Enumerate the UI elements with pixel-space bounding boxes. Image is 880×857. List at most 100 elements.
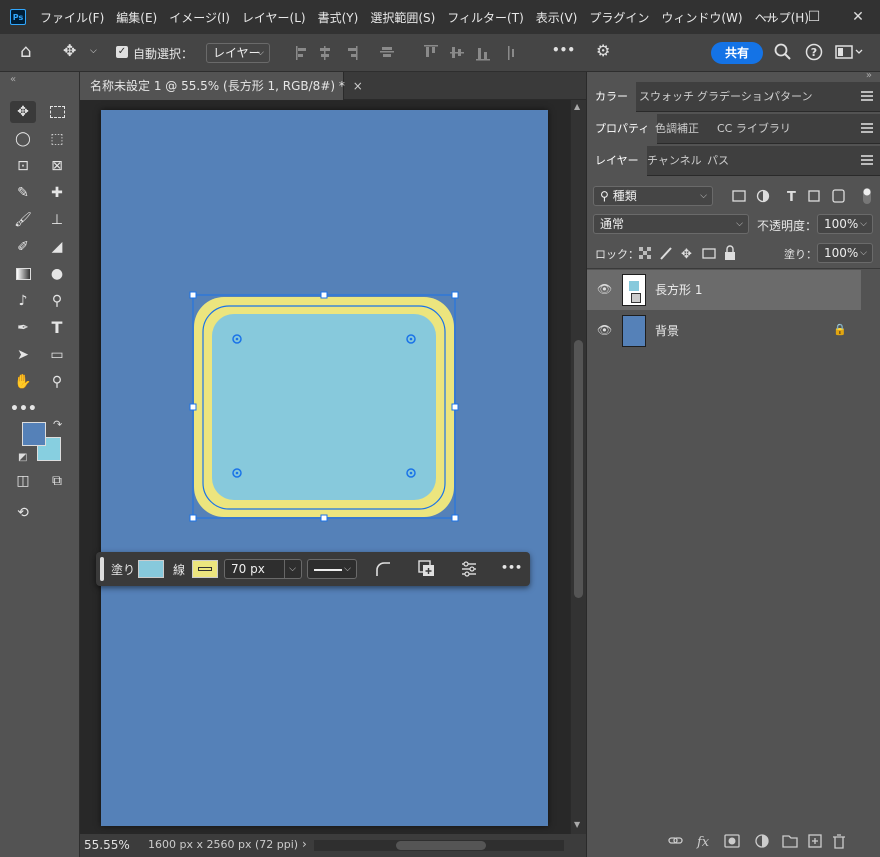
path-operations-icon[interactable] bbox=[418, 560, 436, 578]
blend-mode-value: 通常 bbox=[600, 217, 625, 231]
scroll-down-icon[interactable]: ▼ bbox=[574, 820, 580, 829]
blend-mode-dropdown[interactable]: 通常 ⌵ bbox=[593, 214, 749, 234]
frame-tool-icon[interactable]: ⊠ bbox=[44, 155, 70, 177]
visibility-eye-icon[interactable]: 👁 bbox=[597, 282, 612, 296]
menu-edit[interactable]: 編集(E) bbox=[116, 9, 157, 26]
menu-plugins[interactable]: プラグイン bbox=[589, 9, 649, 26]
layers-bottom-toolbar[interactable]: fx bbox=[667, 832, 877, 850]
tool-preset-chevron-icon[interactable]: ⌵ bbox=[90, 46, 97, 56]
fill-color-swatch[interactable] bbox=[138, 560, 164, 578]
dodge-tool-icon[interactable]: ♪ bbox=[10, 290, 36, 312]
quick-mask-icon[interactable]: ◫ bbox=[10, 470, 36, 492]
foreground-color-swatch[interactable] bbox=[22, 422, 46, 446]
history-brush-icon[interactable]: ✐ bbox=[10, 236, 36, 258]
move-tool-icon[interactable]: ✥ bbox=[63, 41, 76, 60]
tab-paths[interactable]: パス bbox=[699, 146, 737, 176]
hand-tool-icon[interactable]: ✋ bbox=[10, 371, 36, 393]
zoom-tool-icon[interactable]: ⚲ bbox=[44, 371, 70, 393]
menu-window[interactable]: ウィンドウ(W) bbox=[661, 9, 742, 26]
menu-select[interactable]: 選択範囲(S) bbox=[370, 9, 435, 26]
scroll-thumb[interactable] bbox=[574, 340, 583, 598]
settings-sliders-icon[interactable] bbox=[460, 560, 478, 578]
auto-select-checkbox[interactable]: ✓ bbox=[116, 46, 128, 58]
corner-radius-icon[interactable] bbox=[375, 561, 391, 577]
share-button[interactable]: 共有 bbox=[711, 42, 763, 64]
menu-type[interactable]: 書式(Y) bbox=[318, 9, 359, 26]
tab-patterns[interactable]: パターン bbox=[761, 82, 820, 112]
gear-icon[interactable]: ⚙ bbox=[596, 41, 610, 60]
more-icon[interactable]: ••• bbox=[501, 561, 522, 574]
workspace-icon[interactable] bbox=[835, 44, 863, 60]
color-panel-tabs: カラー スウォッチ グラデーション パターン bbox=[587, 82, 880, 112]
fill-input[interactable]: 100% ⌵ bbox=[817, 243, 873, 263]
default-colors-icon[interactable]: ◩ bbox=[18, 452, 27, 463]
blur-tool-icon[interactable]: ● bbox=[44, 263, 70, 285]
zoom-level[interactable]: 55.55% bbox=[84, 838, 130, 852]
panel-menu-icon[interactable] bbox=[861, 155, 873, 165]
smudge-tool-icon[interactable]: ⚲ bbox=[44, 290, 70, 312]
stroke-style-dropdown[interactable]: ⌵ bbox=[307, 559, 357, 579]
type-tool-icon[interactable]: T bbox=[44, 317, 70, 339]
collapse-panels-icon[interactable]: » bbox=[866, 70, 872, 81]
panel-menu-icon[interactable] bbox=[861, 123, 873, 133]
drag-handle[interactable] bbox=[100, 557, 104, 581]
more-options-icon[interactable]: ••• bbox=[552, 43, 575, 57]
tab-cc-libraries[interactable]: CC ライブラリ bbox=[709, 114, 799, 144]
layer-thumbnail bbox=[622, 315, 646, 347]
status-menu-arrow[interactable]: › bbox=[302, 837, 307, 851]
auto-select-target-dropdown[interactable]: レイヤー ⌵ bbox=[206, 43, 270, 63]
close-tab-icon[interactable]: × bbox=[353, 79, 363, 93]
move-tool-icon[interactable]: ✥ bbox=[10, 101, 36, 123]
search-icon[interactable] bbox=[774, 43, 792, 61]
healing-brush-icon[interactable]: ✚ bbox=[44, 182, 70, 204]
stamp-tool-icon[interactable]: ⊥ bbox=[44, 209, 70, 231]
tab-layers[interactable]: レイヤー bbox=[587, 146, 647, 176]
minimize-button[interactable]: — bbox=[748, 9, 792, 25]
stroke-width-input[interactable]: 70 px ⌵ bbox=[224, 559, 302, 579]
collapse-icon[interactable]: « bbox=[10, 74, 16, 85]
menu-image[interactable]: イメージ(I) bbox=[169, 9, 230, 26]
lasso-tool-icon[interactable]: ◯ bbox=[10, 128, 36, 150]
home-icon[interactable]: ⌂ bbox=[20, 41, 31, 62]
edit-toolbar-icon[interactable]: ••• bbox=[10, 398, 37, 420]
lock-icons[interactable]: ✥ bbox=[637, 244, 747, 262]
panel-menu-icon[interactable] bbox=[861, 91, 873, 101]
shape-layer-overlay[interactable] bbox=[80, 100, 570, 834]
search-icon: ⚲ bbox=[600, 189, 609, 203]
layer-row-background[interactable]: 👁 背景 🔒 bbox=[587, 311, 861, 351]
eraser-tool-icon[interactable]: ◢ bbox=[44, 236, 70, 258]
menu-file[interactable]: ファイル(F) bbox=[40, 9, 104, 26]
pen-tool-icon[interactable]: ✒ bbox=[10, 317, 36, 339]
path-select-icon[interactable]: ➤ bbox=[10, 344, 36, 366]
layer-row-rectangle[interactable]: 👁 長方形 1 bbox=[587, 270, 861, 310]
menu-view[interactable]: 表示(V) bbox=[536, 9, 578, 26]
canvas-area[interactable] bbox=[80, 100, 570, 834]
tab-color[interactable]: カラー bbox=[587, 82, 636, 112]
horizontal-scrollbar[interactable] bbox=[314, 840, 564, 851]
hscroll-thumb[interactable] bbox=[396, 841, 486, 850]
close-window-button[interactable]: ✕ bbox=[836, 9, 880, 25]
layer-filter-dropdown[interactable]: ⚲ 種類 ⌵ bbox=[593, 186, 713, 206]
menu-layer[interactable]: レイヤー(L) bbox=[242, 9, 306, 26]
content-credentials-icon[interactable]: ⟲ bbox=[10, 502, 36, 524]
swap-colors-icon[interactable]: ↷ bbox=[53, 418, 62, 431]
menu-filter[interactable]: フィルター(T) bbox=[447, 9, 523, 26]
screen-mode-icon[interactable]: ⧉ bbox=[44, 470, 70, 492]
vertical-scrollbar[interactable]: ▲ ▼ bbox=[570, 100, 586, 834]
maximize-button[interactable]: ☐ bbox=[792, 9, 836, 25]
help-icon[interactable]: ? bbox=[805, 43, 823, 61]
rectangle-tool-icon[interactable]: ▭ bbox=[44, 344, 70, 366]
marquee-tool-icon[interactable] bbox=[44, 101, 70, 123]
stroke-color-swatch[interactable] bbox=[192, 560, 218, 578]
layer-filter-icons[interactable]: T bbox=[727, 186, 877, 206]
document-tab[interactable]: 名称未設定 1 @ 55.5% (長方形 1, RGB/8#) * × bbox=[80, 72, 363, 100]
visibility-eye-icon[interactable]: 👁 bbox=[597, 323, 612, 337]
object-select-icon[interactable]: ⬚ bbox=[44, 128, 70, 150]
opacity-input[interactable]: 100% ⌵ bbox=[817, 214, 873, 234]
eyedropper-icon[interactable]: ✎ bbox=[10, 182, 36, 204]
tab-adjustments[interactable]: 色調補正 bbox=[647, 114, 707, 144]
gradient-tool-icon[interactable] bbox=[10, 263, 36, 285]
scroll-up-icon[interactable]: ▲ bbox=[574, 102, 580, 111]
crop-tool-icon[interactable]: ⊡ bbox=[10, 155, 36, 177]
brush-tool-icon[interactable]: 🖌 bbox=[10, 209, 36, 231]
